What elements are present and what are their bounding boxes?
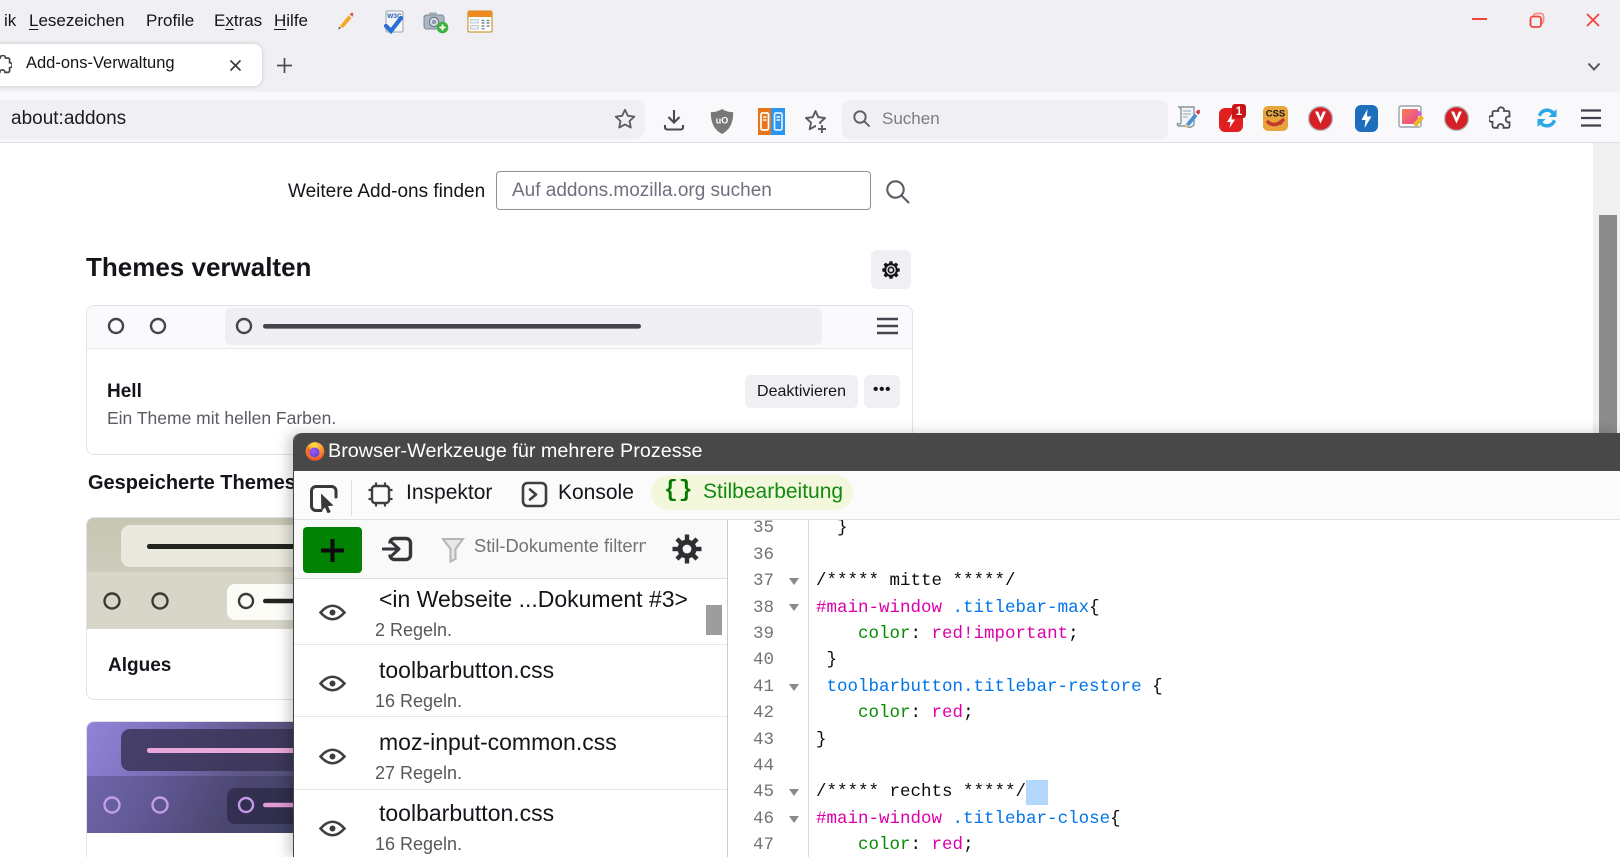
svg-text:uO: uO [716, 116, 729, 126]
svg-text:CSS: CSS [1266, 109, 1286, 120]
svg-text:1: 1 [1236, 106, 1243, 118]
